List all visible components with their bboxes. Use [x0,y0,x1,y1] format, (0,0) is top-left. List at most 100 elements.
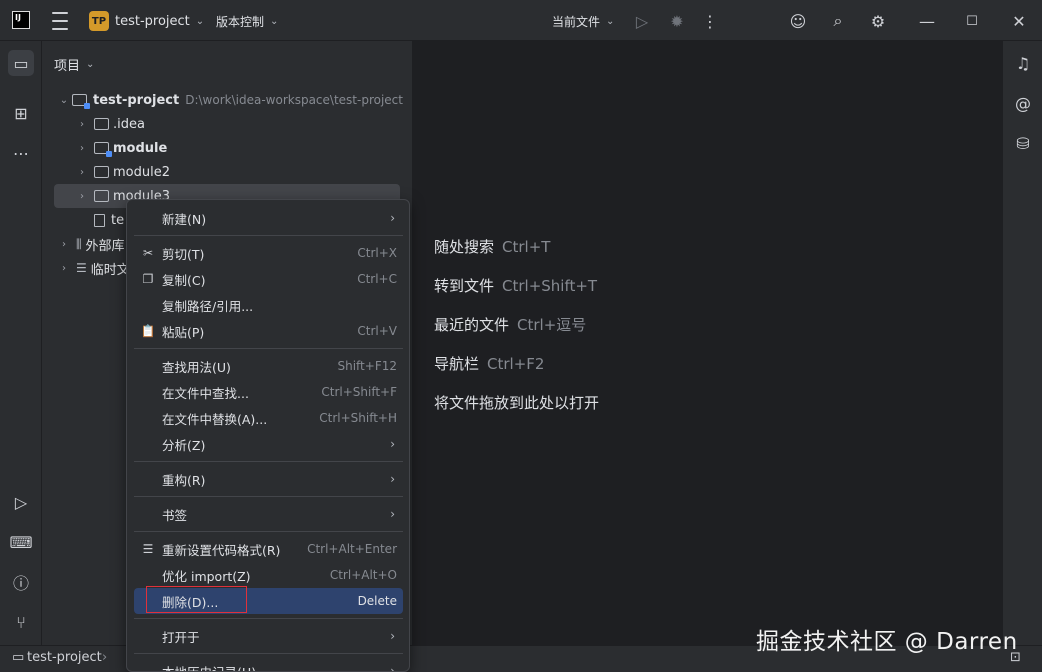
menu-item-new[interactable]: 新建(N) › [134,205,403,231]
tree-item-module2[interactable]: › module2 [74,160,170,184]
collapsed-arrow-icon[interactable]: › [74,167,90,178]
menu-separator [134,461,403,462]
hint-search-everywhere: 随处搜索 Ctrl+T [434,236,550,257]
menu-label: 剪切(T) [162,246,205,262]
notifications-bell-icon[interactable]: ♫ [1010,50,1036,76]
project-name: test-project [115,13,190,29]
menu-shortcut: Ctrl+Shift+F [321,385,397,399]
hint-recent-files: 最近的文件 Ctrl+逗号 [434,314,586,335]
run-config-selector[interactable]: 当前文件 ⌄ [552,12,614,30]
collapsed-arrow-icon[interactable]: › [56,263,72,274]
ai-assistant-icon[interactable]: @ [1010,90,1036,116]
menu-item-paste[interactable]: 📋 粘贴(P) Ctrl+V [134,318,403,344]
menu-item-find-usages[interactable]: 查找用法(U) Shift+F12 [134,353,403,379]
expanded-arrow-icon[interactable]: ⌄ [56,95,72,106]
menu-shortcut: Delete [357,594,397,608]
menu-item-open-in[interactable]: 打开于 › [134,623,403,649]
menu-separator [134,531,403,532]
tree-item-module[interactable]: › module [74,136,167,160]
menu-separator [134,235,403,236]
menu-item-copy-path[interactable]: 复制路径/引用... [134,292,403,318]
editor-empty-area: 随处搜索 Ctrl+T 转到文件 Ctrl+Shift+T 最近的文件 Ctrl+逗号… [414,41,1002,645]
structure-icon[interactable]: ⊞ [8,100,34,126]
submenu-arrow-icon: › [390,211,395,225]
menu-item-local-history[interactable]: 本地历史记录(H) › [134,658,403,672]
vcs-label: 版本控制 [216,14,265,29]
hint-label: 随处搜索 [434,238,495,256]
menu-item-reformat-code[interactable]: ☰ 重新设置代码格式(R) Ctrl+Alt+Enter [134,536,403,562]
tree-item-idea[interactable]: › .idea [74,112,145,136]
right-tool-strip: ♫ @ ⛁ [1002,41,1042,645]
project-switcher[interactable]: test-project ⌄ [115,12,204,30]
submenu-arrow-icon: › [390,664,395,672]
project-folder-icon[interactable]: ▭ [8,50,34,76]
hint-label: 最近的文件 [434,316,510,334]
hint-shortcut: Ctrl+Shift+T [502,277,598,295]
menu-label: 复制(C) [162,272,206,288]
tree-item-label: module [113,140,168,156]
chevron-down-icon: ⌄ [195,15,205,27]
collapsed-arrow-icon[interactable]: › [74,119,90,130]
debug-icon[interactable]: ✹ [665,9,689,33]
tree-item-label: 外部库 [85,238,125,254]
add-user-icon[interactable]: ☺ [786,9,810,33]
more-actions-icon[interactable]: ⋮ [698,9,722,33]
settings-gear-icon[interactable]: ⚙ [866,9,890,33]
problems-icon[interactable]: ⓘ [8,569,34,595]
menu-shortcut: Ctrl+Alt+O [329,568,397,582]
run-icon[interactable]: ▷ [630,9,654,33]
tree-item-label: module2 [113,164,170,180]
library-icon: ⫼ [76,236,82,251]
main-menu-button[interactable] [50,12,70,30]
menu-item-refactor[interactable]: 重构(R) › [134,466,403,492]
menu-item-replace-in-files[interactable]: 在文件中替换(A)... Ctrl+Shift+H [134,405,403,431]
status-project-icon: ▭ [12,650,25,665]
menu-label: 分析(Z) [162,437,206,453]
menu-label: 在文件中查找... [162,385,249,401]
close-icon[interactable]: ✕ [1007,9,1031,33]
intellij-logo: IJ [12,11,30,29]
project-badge[interactable]: TP [89,11,109,31]
tree-item-path: D:\work\idea-workspace\test-project [185,93,403,107]
menu-shortcut: Ctrl+V [357,324,397,338]
panel-title: 项目 [54,59,81,74]
maximize-icon[interactable]: ☐ [960,9,984,33]
project-panel-header[interactable]: 项目 ⌄ [54,55,94,74]
menu-separator [134,348,403,349]
vcs-menu[interactable]: 版本控制 ⌄ [216,12,278,30]
more-tools-icon[interactable]: ⋯ [8,140,34,166]
collapsed-arrow-icon[interactable]: › [74,191,90,202]
chevron-down-icon: ⌄ [270,15,279,27]
menu-label: 打开于 [162,629,200,645]
tree-item-label: .idea [113,116,145,132]
menu-item-bookmarks[interactable]: 书签 › [134,501,403,527]
tree-item-file[interactable]: te [94,208,124,232]
paste-icon: 📋 [140,324,156,338]
collapsed-arrow-icon[interactable]: › [56,239,72,250]
breadcrumb-separator-icon: › [102,650,108,665]
minimize-icon[interactable]: — [915,9,939,33]
scratches-icon: ☰ [76,261,87,275]
menu-label: 重构(R) [162,472,206,488]
hint-label: 导航栏 [434,355,480,373]
menu-separator [134,618,403,619]
folder-icon [94,118,109,130]
menu-item-copy[interactable]: ❐ 复制(C) Ctrl+C [134,266,403,292]
menu-item-analyze[interactable]: 分析(Z) › [134,431,403,457]
menu-item-cut[interactable]: ✂ 剪切(T) Ctrl+X [134,240,403,266]
git-icon[interactable]: ⑂ [8,609,34,635]
tree-item-external-libraries[interactable]: › ⫼ 外部库 [56,232,125,256]
left-tool-strip: ▭ ⊞ ⋯ ▷ ⌨ ⓘ ⑂ [0,41,42,645]
tree-item-scratches[interactable]: › ☰ 临时文 [56,256,130,280]
status-breadcrumb[interactable]: test-project [27,650,102,665]
collapsed-arrow-icon[interactable]: › [74,143,90,154]
menu-item-find-in-files[interactable]: 在文件中查找... Ctrl+Shift+F [134,379,403,405]
folder-icon [94,190,109,202]
search-icon[interactable]: ⌕ [826,9,850,33]
terminal-icon[interactable]: ⌨ [8,529,34,555]
database-icon[interactable]: ⛁ [1010,130,1036,156]
tree-item-root[interactable]: ⌄ test-project D:\work\idea-workspace\te… [56,88,403,112]
menu-item-optimize-imports[interactable]: 优化 import(Z) Ctrl+Alt+O [134,562,403,588]
run-tool-icon[interactable]: ▷ [8,489,34,515]
submenu-arrow-icon: › [390,629,395,643]
